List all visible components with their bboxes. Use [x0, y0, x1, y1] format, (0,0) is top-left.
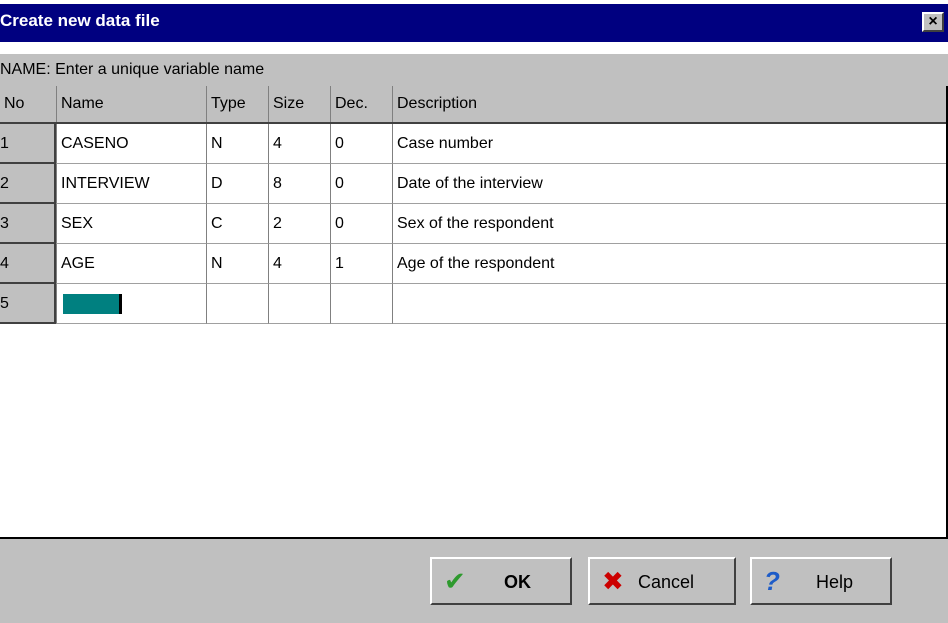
button-bar: ✔ OK ✖ Cancel ? Help	[0, 539, 948, 623]
help-label: Help	[816, 572, 854, 592]
edit-cursor[interactable]	[63, 294, 122, 314]
column-header-no[interactable]: No	[0, 86, 56, 122]
type-cell[interactable]	[206, 284, 268, 324]
table-row[interactable]: 5	[0, 284, 946, 324]
type-cell[interactable]: C	[206, 204, 268, 244]
dec-cell[interactable]	[330, 284, 392, 324]
hint-text: NAME: Enter a unique variable name	[0, 61, 265, 78]
size-cell[interactable]: 4	[268, 124, 330, 164]
column-header-dec[interactable]: Dec.	[330, 86, 392, 122]
column-header-size[interactable]: Size	[268, 86, 330, 122]
grid-header-row: No Name Type Size Dec. Description	[0, 86, 946, 124]
ok-label: OK	[504, 572, 531, 592]
window-title: Create new data file	[0, 11, 160, 30]
description-cell[interactable]: Sex of the respondent	[392, 204, 946, 244]
close-icon: ×	[928, 13, 938, 30]
table-row[interactable]: 4 AGE N 4 1 Age of the respondent	[0, 244, 946, 284]
name-cell[interactable]: INTERVIEW	[56, 164, 206, 204]
question-icon: ?	[764, 566, 780, 596]
column-header-name[interactable]: Name	[56, 86, 206, 122]
row-number[interactable]: 2	[0, 164, 56, 204]
table-row[interactable]: 3 SEX C 2 0 Sex of the respondent	[0, 204, 946, 244]
help-button[interactable]: ? Help	[750, 557, 892, 605]
cancel-label: Cancel	[638, 572, 695, 592]
dec-cell[interactable]: 0	[330, 204, 392, 244]
size-cell[interactable]: 4	[268, 244, 330, 284]
name-cell[interactable]: SEX	[56, 204, 206, 244]
row-number[interactable]: 5	[0, 284, 56, 324]
description-cell[interactable]: Date of the interview	[392, 164, 946, 204]
table-row[interactable]: 2 INTERVIEW D 8 0 Date of the interview	[0, 164, 946, 204]
checkmark-icon: ✔	[444, 566, 466, 596]
ok-button[interactable]: ✔ OK	[430, 557, 572, 605]
type-cell[interactable]: D	[206, 164, 268, 204]
close-button[interactable]: ×	[922, 12, 944, 32]
name-cell[interactable]: AGE	[56, 244, 206, 284]
name-cell[interactable]: CASENO	[56, 124, 206, 164]
type-cell[interactable]: N	[206, 124, 268, 164]
size-cell[interactable]	[268, 284, 330, 324]
row-number[interactable]: 1	[0, 124, 56, 164]
cancel-button[interactable]: ✖ Cancel	[588, 557, 736, 605]
dec-cell[interactable]: 1	[330, 244, 392, 284]
size-cell[interactable]: 2	[268, 204, 330, 244]
row-number[interactable]: 3	[0, 204, 56, 244]
hint-bar: NAME: Enter a unique variable name	[0, 54, 948, 86]
size-cell[interactable]: 8	[268, 164, 330, 204]
x-icon: ✖	[602, 566, 624, 596]
column-header-description[interactable]: Description	[392, 86, 946, 122]
column-header-type[interactable]: Type	[206, 86, 268, 122]
type-cell[interactable]: N	[206, 244, 268, 284]
description-cell[interactable]: Case number	[392, 124, 946, 164]
row-number[interactable]: 4	[0, 244, 56, 284]
description-cell[interactable]	[392, 284, 946, 324]
table-row[interactable]: 1 CASENO N 4 0 Case number	[0, 124, 946, 164]
name-cell-editing[interactable]	[56, 284, 206, 324]
description-cell[interactable]: Age of the respondent	[392, 244, 946, 284]
dec-cell[interactable]: 0	[330, 164, 392, 204]
dec-cell[interactable]: 0	[330, 124, 392, 164]
title-bar: Create new data file ×	[0, 4, 948, 42]
